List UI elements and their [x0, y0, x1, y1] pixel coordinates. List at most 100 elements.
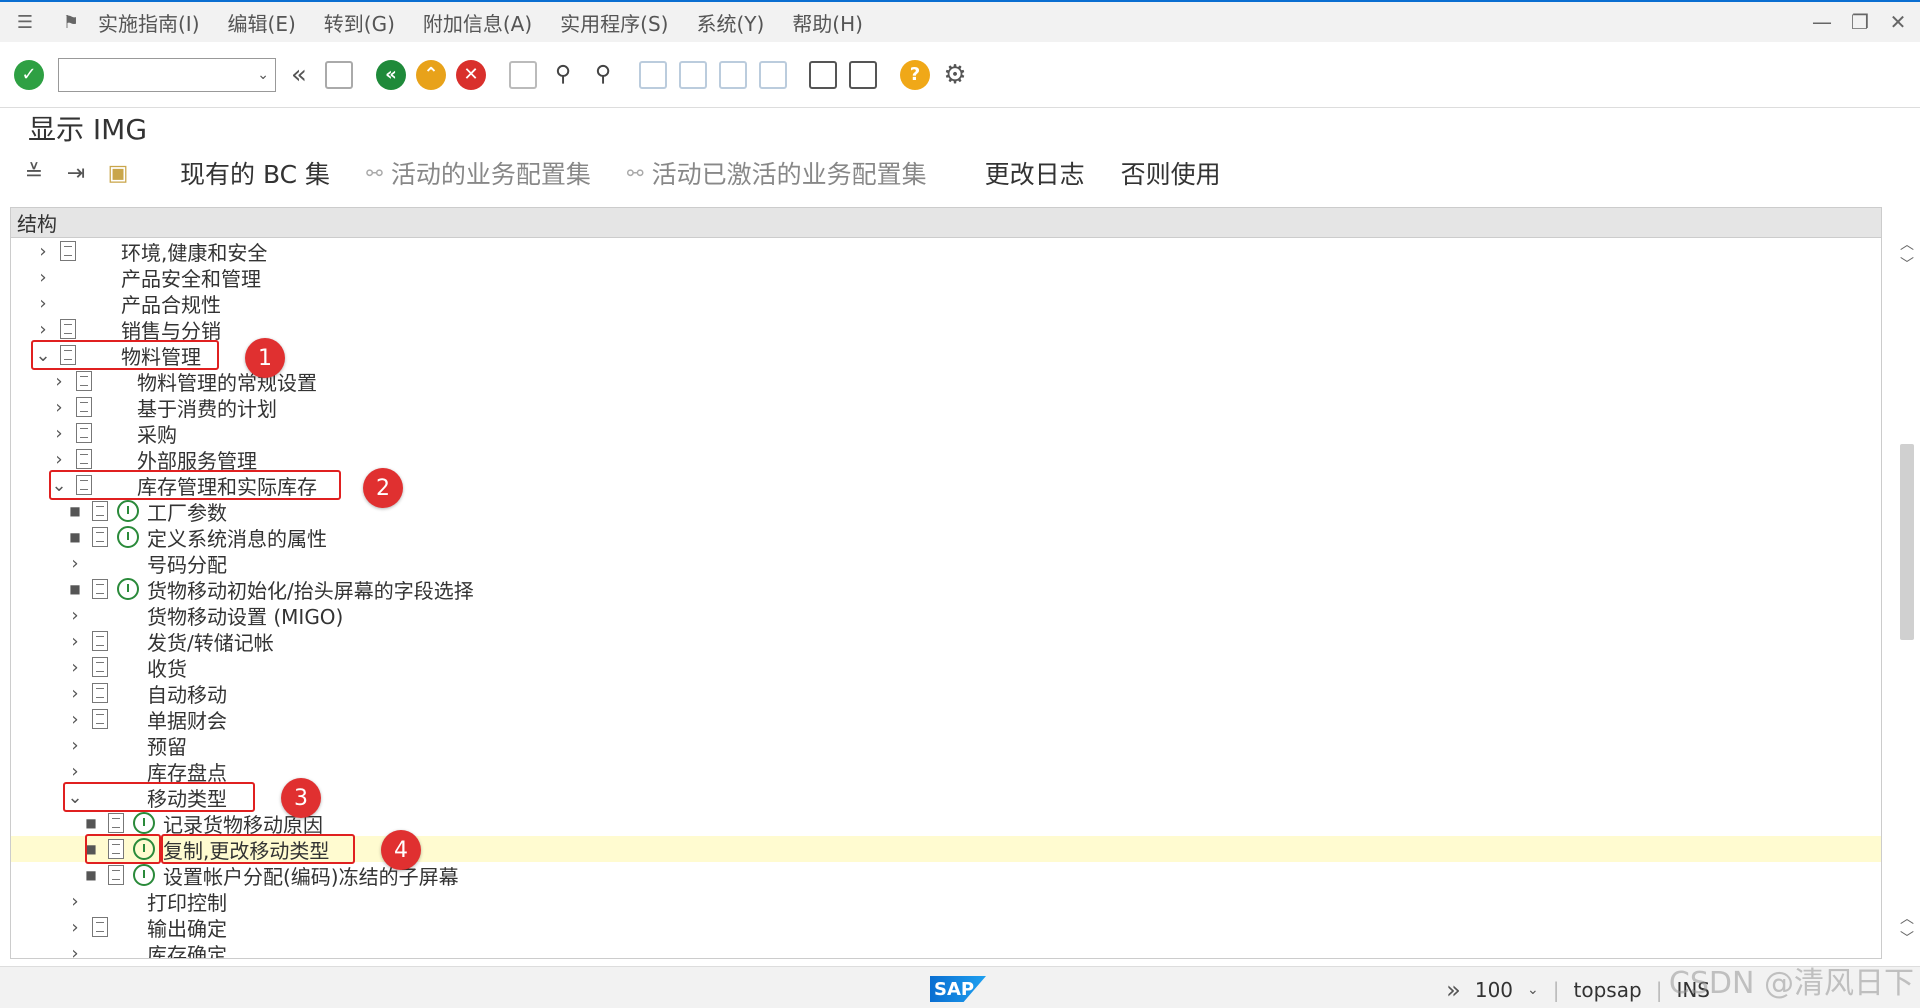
help-button[interactable]: ? — [898, 58, 932, 92]
tree-row[interactable]: › 基于消费的计划 — [11, 394, 1881, 421]
chevron-right-icon[interactable]: › — [67, 735, 83, 756]
cancel-button[interactable]: ✕ — [454, 58, 488, 92]
tree-row[interactable]: › 单据财会 — [11, 706, 1881, 733]
chevron-right-icon[interactable]: › — [67, 943, 83, 959]
tree-row[interactable]: › 收货 — [11, 654, 1881, 681]
scroll-up-bottom-icon[interactable]: ︿ — [1898, 908, 1916, 928]
chevron-right-icon[interactable]: › — [35, 241, 51, 262]
tree-row[interactable]: ■ 设置帐户分配(编码)冻结的子屏幕 — [11, 862, 1881, 889]
tree-row[interactable]: › 自动移动 — [11, 680, 1881, 707]
app-menu-icon[interactable]: ☰ — [10, 7, 40, 37]
document-icon[interactable] — [89, 630, 111, 652]
chevron-right-icon[interactable]: › — [67, 605, 83, 626]
restore-icon[interactable]: ❐ — [1846, 8, 1874, 36]
chevron-right-icon[interactable]: › — [51, 423, 67, 444]
document-icon[interactable] — [89, 708, 111, 730]
expand-all-icon[interactable]: ≚ — [18, 157, 50, 189]
last-page-button[interactable] — [756, 58, 790, 92]
scroll-thumb[interactable] — [1900, 444, 1914, 640]
document-icon[interactable] — [89, 500, 111, 522]
activated-bc-sets-button[interactable]: 活动已激活的业务配置集 — [652, 155, 927, 191]
find-next-button[interactable]: ⚲ — [586, 58, 620, 92]
tree-row[interactable]: › 采购 — [11, 420, 1881, 447]
chevron-right-icon[interactable]: › — [51, 449, 67, 470]
chevron-right-icon[interactable]: › — [51, 371, 67, 392]
chevron-right-icon[interactable]: › — [67, 553, 83, 574]
shortcut-button[interactable] — [846, 58, 880, 92]
export-icon[interactable]: ⇥ — [60, 157, 92, 189]
bc-set-icon[interactable]: ▣ — [102, 157, 134, 189]
document-icon[interactable] — [89, 578, 111, 600]
chevron-right-icon[interactable]: › — [67, 631, 83, 652]
tree-row[interactable]: › 打印控制 — [11, 888, 1881, 915]
document-icon[interactable] — [89, 656, 111, 678]
scroll-up-icon[interactable]: ︿ — [1898, 234, 1916, 254]
menu-edit[interactable]: 编辑(E) — [228, 8, 296, 37]
double-chevron-right-icon[interactable]: » — [1446, 976, 1461, 1004]
vertical-scrollbar[interactable]: ︿ ﹀ ︿ ﹀ — [1898, 232, 1916, 952]
close-window-icon[interactable]: ✕ — [1884, 8, 1912, 36]
chevron-right-icon[interactable]: › — [67, 891, 83, 912]
chevron-down-icon[interactable]: ⌄ — [1527, 982, 1539, 998]
execute-clock-icon[interactable] — [133, 812, 155, 834]
menu-utilities[interactable]: 实用程序(S) — [560, 8, 668, 37]
previous-page-button[interactable] — [676, 58, 710, 92]
chevron-right-icon[interactable]: › — [35, 293, 51, 314]
exit-button[interactable]: ⌃ — [414, 58, 448, 92]
existing-bc-sets-button[interactable]: 现有的 BC 集 — [180, 155, 330, 191]
tree-row[interactable]: › 物料管理的常规设置 — [11, 368, 1881, 395]
tree-row[interactable]: ■ 工厂参数 — [11, 498, 1881, 525]
tree-row[interactable]: › 号码分配 — [11, 550, 1881, 577]
tree-row[interactable]: › 环境,健康和安全 — [11, 238, 1881, 265]
chevron-right-icon[interactable]: › — [67, 917, 83, 938]
tree-row-materials-management[interactable]: ⌄ 物料管理 — [11, 342, 1881, 369]
customize-layout-button[interactable]: ⚙ — [938, 58, 972, 92]
tree-row[interactable]: › 发货/转储记帐 — [11, 628, 1881, 655]
first-page-button[interactable] — [636, 58, 670, 92]
collapse-toolbar-button[interactable]: « — [282, 58, 316, 92]
menu-extras[interactable]: 附加信息(A) — [423, 8, 532, 37]
chevron-right-icon[interactable]: › — [67, 709, 83, 730]
document-icon[interactable] — [73, 396, 95, 418]
menu-help[interactable]: 帮助(H) — [792, 8, 863, 37]
print-button[interactable] — [506, 58, 540, 92]
document-icon[interactable] — [105, 864, 127, 886]
tree-row[interactable]: › 输出确定 — [11, 914, 1881, 941]
scroll-down-bottom-icon[interactable]: ﹀ — [1898, 928, 1916, 948]
next-page-button[interactable] — [716, 58, 750, 92]
chevron-right-icon[interactable]: › — [51, 397, 67, 418]
otherwise-use-button[interactable]: 否则使用 — [1121, 155, 1221, 191]
execute-clock-icon[interactable] — [117, 578, 139, 600]
chevron-right-icon[interactable]: › — [67, 683, 83, 704]
document-icon[interactable] — [73, 422, 95, 444]
document-icon[interactable] — [89, 682, 111, 704]
change-log-button[interactable]: 更改日志 — [985, 155, 1085, 191]
tree-row[interactable]: ■ 定义系统消息的属性 — [11, 524, 1881, 551]
enter-button[interactable]: ✓ — [12, 58, 46, 92]
tree-row[interactable]: › 外部服务管理 — [11, 446, 1881, 473]
chevron-right-icon[interactable]: › — [67, 657, 83, 678]
tree-row[interactable]: › 产品安全和管理 — [11, 264, 1881, 291]
minimize-icon[interactable]: — — [1808, 8, 1836, 36]
document-icon[interactable] — [73, 370, 95, 392]
tree-row[interactable]: › 库存确定 — [11, 940, 1881, 959]
execute-clock-icon[interactable] — [117, 500, 139, 522]
tree-row[interactable]: ■ 货物移动初始化/抬头屏幕的字段选择 — [11, 576, 1881, 603]
menu-goto[interactable]: 转到(G) — [324, 8, 395, 37]
document-icon[interactable] — [73, 448, 95, 470]
document-icon[interactable] — [89, 526, 111, 548]
document-icon[interactable] — [89, 916, 111, 938]
execute-clock-icon[interactable] — [133, 864, 155, 886]
back-button[interactable]: « — [374, 58, 408, 92]
command-field[interactable]: ⌄ — [58, 57, 276, 92]
find-button[interactable]: ⚲ — [546, 58, 580, 92]
save-button[interactable] — [322, 58, 356, 92]
tree-row[interactable]: › 销售与分销 — [11, 316, 1881, 343]
execute-clock-icon[interactable] — [117, 526, 139, 548]
document-icon[interactable] — [57, 318, 79, 340]
document-icon[interactable] — [57, 240, 79, 262]
chevron-right-icon[interactable]: › — [35, 319, 51, 340]
tree-row[interactable]: › 产品合规性 — [11, 290, 1881, 317]
zoom-level[interactable]: 100 — [1475, 978, 1513, 1002]
document-icon[interactable] — [105, 812, 127, 834]
